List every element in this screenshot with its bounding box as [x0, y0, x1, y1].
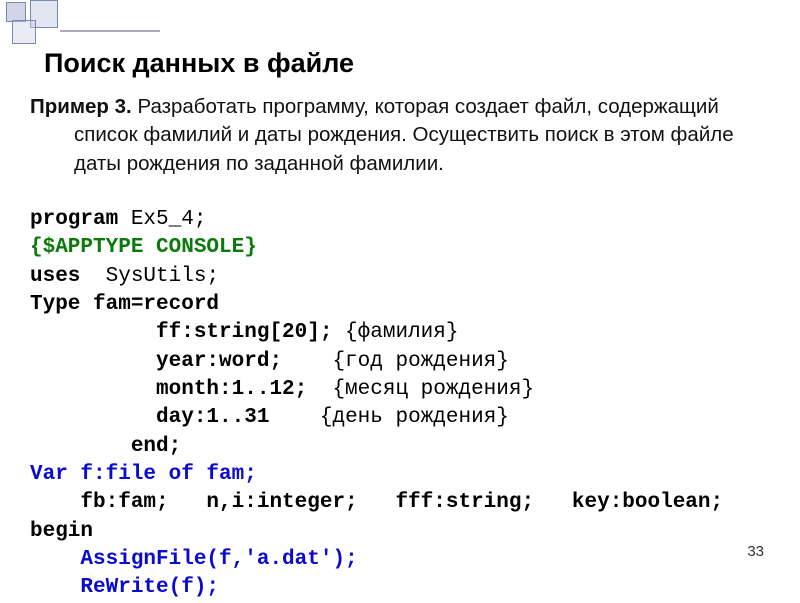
comment-year: {год рождения} — [282, 350, 509, 373]
compiler-directive: {$APPTYPE CONSOLE} — [30, 236, 257, 259]
code-block: program Ex5_4; {$APPTYPE CONSOLE} uses S… — [30, 206, 784, 603]
comment-surname: {фамилия} — [332, 321, 458, 344]
example-description: Пример 3. Разработать программу, которая… — [30, 93, 784, 178]
comment-month: {месяц рождения} — [307, 378, 534, 401]
comment-day: {день рождения} — [269, 406, 508, 429]
kw-program: program — [30, 208, 118, 231]
code-l1b: Ex5_4; — [118, 208, 206, 231]
code-l3b: SysUtils; — [80, 265, 219, 288]
stmt-assignfile: AssignFile(f,'a.dat'); — [30, 548, 358, 571]
code-l7a: month:1..12; — [30, 378, 307, 401]
kw-end: end; — [30, 435, 181, 458]
example-text: Разработать программу, которая создает ф… — [74, 95, 734, 175]
page-number: 33 — [747, 543, 764, 560]
kw-uses: uses — [30, 265, 80, 288]
stmt-rewrite: ReWrite(f); — [30, 576, 219, 599]
example-label: Пример 3. — [30, 95, 132, 118]
code-l5a: ff:string[20]; — [30, 321, 332, 344]
code-l8a: day:1..31 — [30, 406, 269, 429]
kw-type-record: Type fam=record — [30, 293, 219, 316]
slide-title: Поиск данных в файле — [44, 48, 784, 79]
code-l11: fb:fam; n,i:integer; fff:string; key:boo… — [30, 491, 723, 514]
kw-var-file: Var f:file of fam; — [30, 463, 257, 486]
kw-begin: begin — [30, 520, 93, 543]
slide-content: Поиск данных в файле Пример 3. Разработа… — [0, 0, 800, 603]
slide-decoration — [0, 0, 160, 40]
code-l6a: year:word; — [30, 350, 282, 373]
